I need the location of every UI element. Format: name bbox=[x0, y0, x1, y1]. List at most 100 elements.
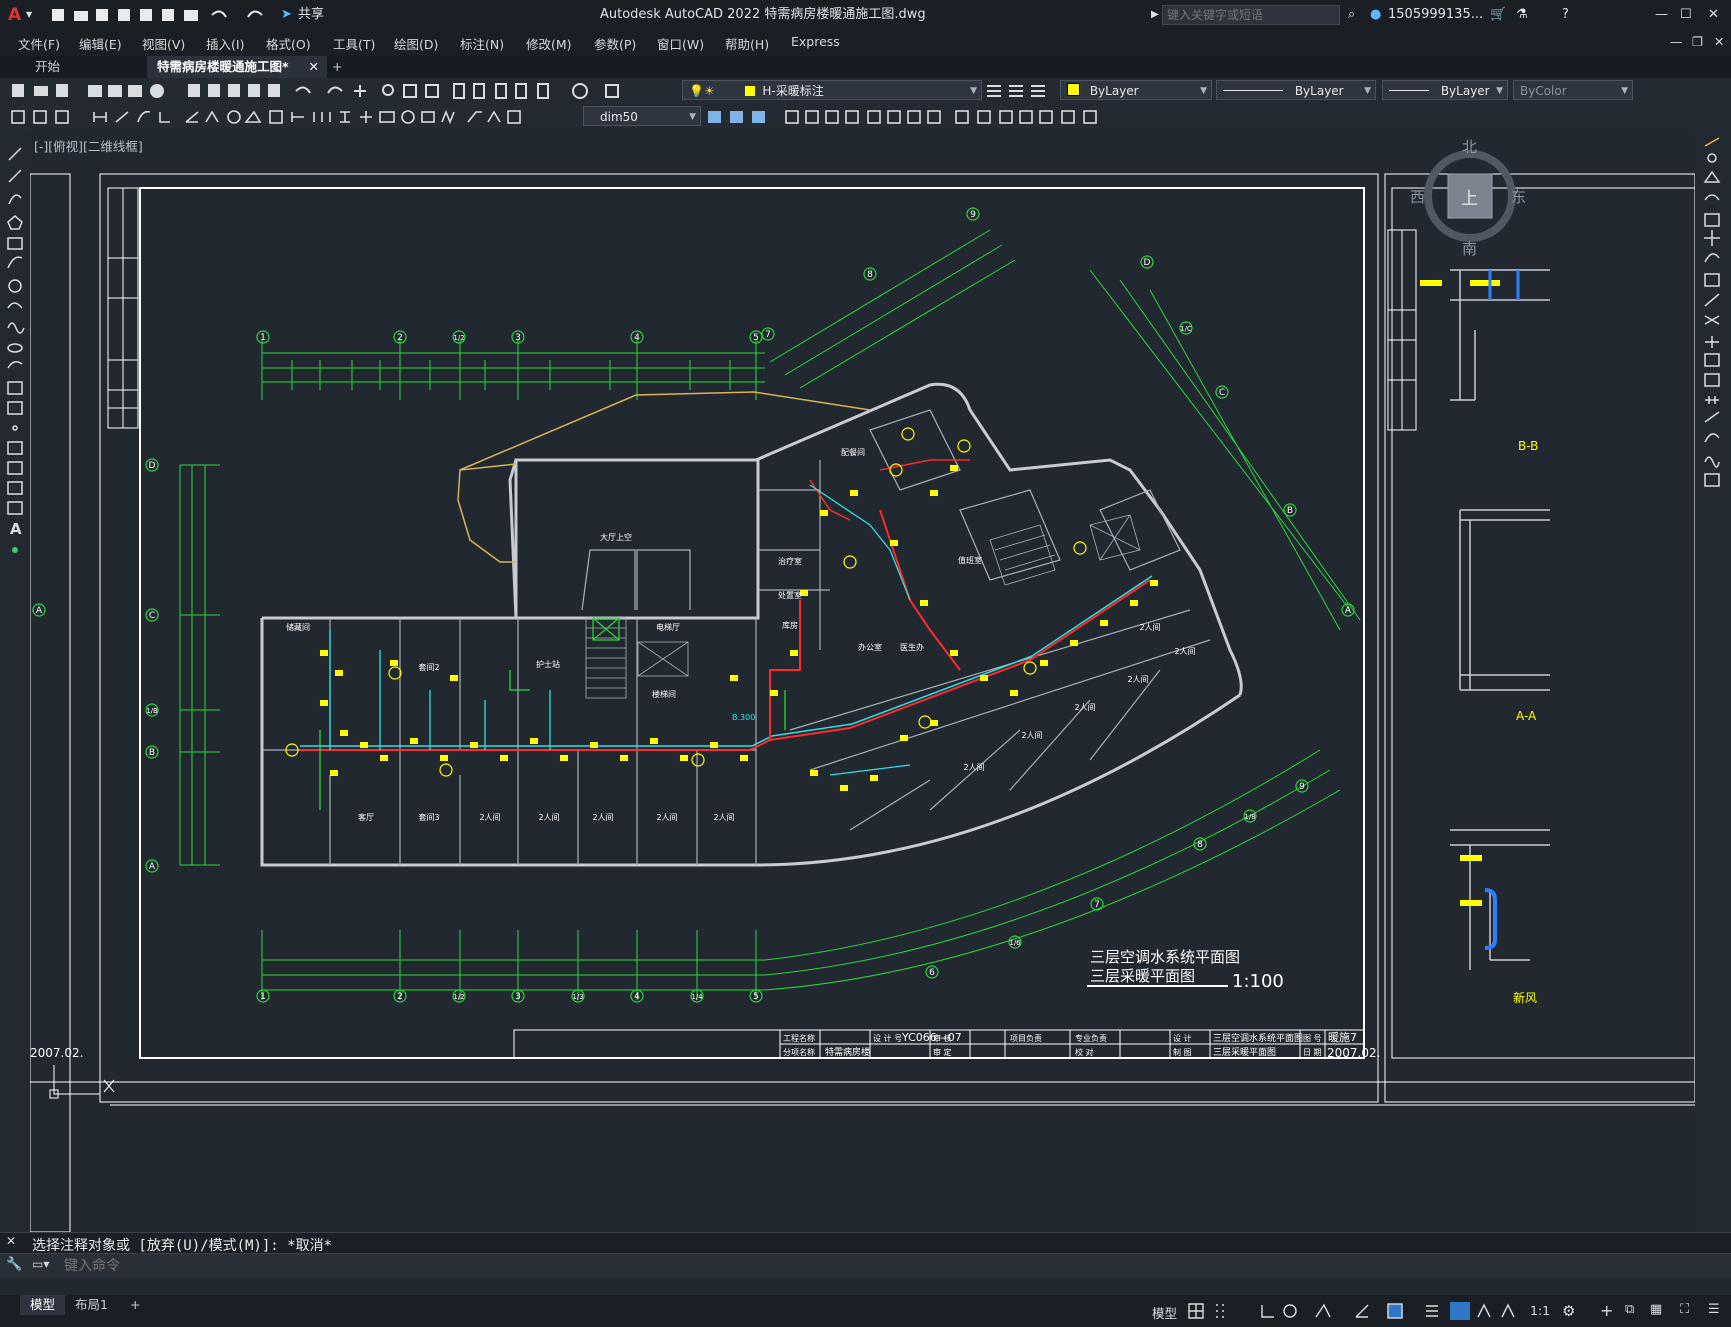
room-label-duty: 值班室 bbox=[958, 555, 982, 565]
axis-top-7: 7 bbox=[765, 330, 771, 340]
titleblock-label-drawing-no: 图 号 bbox=[1303, 1034, 1322, 1043]
modify-tool-icons-right[interactable] bbox=[1695, 130, 1731, 510]
lineweight-dropdown[interactable]: ByLayer ▼ bbox=[1382, 80, 1508, 100]
room-label-2p-11: 2人间 bbox=[1139, 623, 1160, 632]
axis-bottom-6: 6 bbox=[929, 968, 935, 978]
close-icon[interactable]: ✕ bbox=[1708, 5, 1719, 25]
cad-drawing: YC066—07 暖施7 2007.02. 三层空调水系统平面图 三层采暖平面图… bbox=[30, 173, 1695, 1232]
new-tab-button[interactable]: + bbox=[322, 56, 352, 78]
axis-bottom-4: 4 bbox=[634, 992, 640, 1002]
layer-tools-icons[interactable] bbox=[985, 82, 1055, 100]
share-icon[interactable]: ➤ bbox=[281, 5, 292, 25]
search-icon[interactable]: ⌕ bbox=[1348, 5, 1355, 25]
layer-dropdown[interactable]: 💡☀ H-采暖标注 ▼ bbox=[682, 80, 982, 100]
share-button[interactable]: 共享 bbox=[298, 5, 324, 25]
axis-left-B: B bbox=[149, 748, 155, 758]
menu-view[interactable]: 视图(V) bbox=[142, 34, 185, 53]
menu-bar: 文件(F) 编辑(E) 视图(V) 插入(I) 格式(O) 工具(T) 绘图(D… bbox=[0, 30, 1731, 56]
command-input[interactable] bbox=[62, 1256, 1666, 1276]
elevation-note: B.300 bbox=[732, 713, 755, 722]
viewcube-east[interactable]: 东 bbox=[1511, 186, 1526, 207]
gear-icon[interactable]: ⚙ bbox=[1562, 1302, 1575, 1320]
section-label-fresh-air: 新风 bbox=[1513, 990, 1537, 1005]
user-icon[interactable]: ● bbox=[1370, 5, 1381, 25]
linetype-dropdown[interactable]: ByLayer ▼ bbox=[1216, 80, 1376, 100]
command-settings-icon[interactable]: 🔧 bbox=[6, 1257, 22, 1272]
app-menu-chevron-icon[interactable]: ▼ bbox=[26, 5, 32, 25]
viewcube[interactable]: 北 南 东 西 上 bbox=[1410, 138, 1530, 258]
maximize-icon[interactable]: ☐ bbox=[1680, 5, 1692, 25]
menu-parametric[interactable]: 参数(P) bbox=[594, 34, 636, 53]
menu-file[interactable]: 文件(F) bbox=[18, 34, 60, 53]
tab-close-icon[interactable]: ✕ bbox=[309, 56, 319, 78]
axis-top-9: 9 bbox=[970, 210, 976, 220]
command-close-icon[interactable]: ✕ bbox=[6, 1234, 16, 1248]
draw-tool-icons[interactable]: A bbox=[0, 130, 30, 590]
doc-restore-icon[interactable]: ❐ bbox=[1692, 34, 1703, 49]
menu-modify[interactable]: 修改(M) bbox=[526, 34, 572, 53]
viewcube-top[interactable]: 上 bbox=[1461, 184, 1478, 209]
command-recent-icon[interactable]: ▭▾ bbox=[32, 1257, 49, 1271]
viewcube-west[interactable]: 西 bbox=[1410, 186, 1425, 207]
drawing-scale: 1:100 bbox=[1232, 971, 1284, 992]
annotation-scale[interactable]: 1:1 bbox=[1530, 1303, 1550, 1318]
isolate-icon[interactable]: ⧉ bbox=[1625, 1302, 1634, 1317]
minimize-icon[interactable]: — bbox=[1655, 5, 1668, 25]
room-label-2p-10: 2人间 bbox=[1174, 647, 1195, 656]
doc-minimize-icon[interactable]: — bbox=[1670, 34, 1683, 49]
doc-close-icon[interactable]: ✕ bbox=[1714, 34, 1724, 49]
tab-drawing[interactable]: 特需病房楼暖通施工图* ✕ bbox=[147, 56, 327, 78]
autodesk-app-icon[interactable]: ⚗ bbox=[1516, 5, 1528, 25]
menu-edit[interactable]: 编辑(E) bbox=[79, 34, 122, 53]
viewcube-north[interactable]: 北 bbox=[1462, 136, 1477, 157]
room-label-disposal: 处置室 bbox=[778, 590, 802, 600]
undo-icon bbox=[211, 10, 227, 18]
layer-on-icon: 💡☀ bbox=[689, 84, 715, 98]
menu-tools[interactable]: 工具(T) bbox=[333, 34, 375, 53]
dimension-tool-icons[interactable] bbox=[10, 108, 580, 126]
room-label-2p-9: 2人间 bbox=[1127, 675, 1148, 684]
color-dropdown[interactable]: ByLayer ▼ bbox=[1060, 80, 1212, 100]
tab-drawing-label: 特需病房楼暖通施工图* bbox=[157, 59, 289, 74]
search-expand-icon[interactable]: ▶ bbox=[1151, 5, 1159, 25]
plus-icon[interactable]: + bbox=[1600, 1301, 1613, 1320]
viewcube-south[interactable]: 南 bbox=[1462, 238, 1477, 259]
menu-help[interactable]: 帮助(H) bbox=[725, 34, 769, 53]
draw-tool-palette: A bbox=[0, 130, 30, 1232]
hardware-accel-icon[interactable]: ▦ bbox=[1650, 1302, 1662, 1317]
model-space-button[interactable]: 模型 bbox=[1152, 1303, 1177, 1322]
tab-start[interactable]: 开始 bbox=[25, 56, 165, 78]
autocad-logo-icon[interactable]: A bbox=[8, 5, 21, 25]
titleblock-label-design: 设 计 bbox=[1173, 1033, 1192, 1043]
drawing-canvas[interactable]: [-][俯视][二维线框] YC066—07 暖施7 2007.02. 三层空调… bbox=[30, 130, 1695, 1232]
customize-icon[interactable]: ☰ bbox=[1708, 1302, 1720, 1317]
room-label-2p-1: 2人间 bbox=[479, 813, 500, 822]
menu-insert[interactable]: 插入(I) bbox=[206, 34, 244, 53]
lineweight-value: ByLayer bbox=[1440, 84, 1490, 98]
dimstyle-dropdown[interactable]: dim50 ▼ bbox=[583, 106, 701, 126]
menu-express[interactable]: Express bbox=[791, 34, 840, 49]
new-layout-button[interactable]: + bbox=[120, 1295, 150, 1315]
help-search-input[interactable] bbox=[1163, 6, 1339, 24]
user-name[interactable]: 1505999135... bbox=[1388, 5, 1483, 25]
tab-layout1[interactable]: 布局1 bbox=[65, 1295, 118, 1315]
menu-window[interactable]: 窗口(W) bbox=[657, 34, 704, 53]
axis-bottom-1-8: 1/8 bbox=[1244, 813, 1255, 821]
room-label-2p-8: 2人间 bbox=[1074, 703, 1095, 712]
cart-icon[interactable]: 🛒 bbox=[1490, 5, 1506, 25]
standard-tool-icons[interactable] bbox=[10, 82, 670, 100]
axis-bottom-1-3: 1/3 bbox=[572, 993, 583, 1001]
menu-draw[interactable]: 绘图(D) bbox=[394, 34, 438, 53]
color-value: ByLayer bbox=[1089, 84, 1139, 98]
axis-left-C: C bbox=[149, 611, 155, 621]
titleblock-name-2: 三层采暖平面图 bbox=[1213, 1046, 1276, 1058]
clean-screen-icon[interactable]: ⛶ bbox=[1680, 1302, 1689, 1317]
menu-format[interactable]: 格式(O) bbox=[266, 34, 311, 53]
modify-tool-icons[interactable] bbox=[706, 108, 1216, 126]
menu-dimension[interactable]: 标注(N) bbox=[460, 34, 504, 53]
tab-model[interactable]: 模型 bbox=[20, 1295, 66, 1315]
section-label-bb: B-B bbox=[1518, 439, 1538, 453]
plotstyle-dropdown[interactable]: ByColor ▼ bbox=[1513, 80, 1633, 100]
room-label-treatment: 治疗室 bbox=[778, 556, 802, 566]
help-icon[interactable]: ? bbox=[1562, 5, 1569, 25]
